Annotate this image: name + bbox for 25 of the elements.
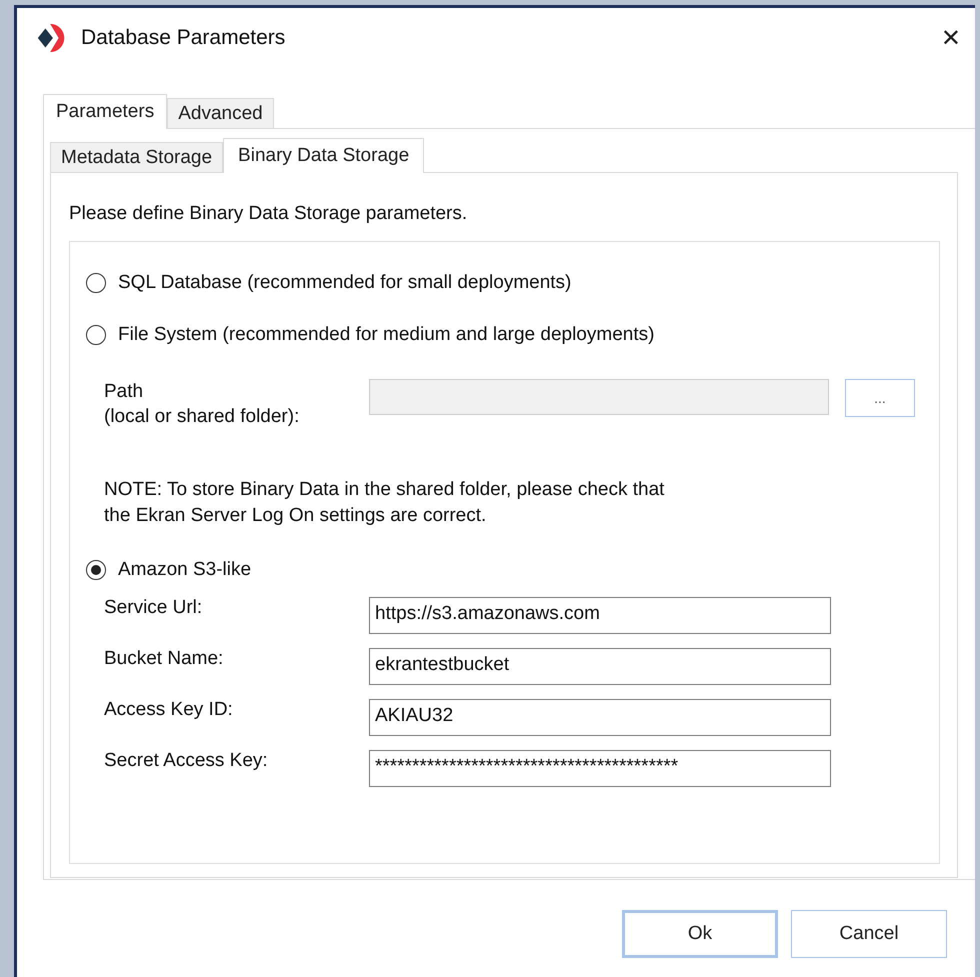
note-text: NOTE: To store Binary Data in the shared folder, please check that the Ekran Server Log On settings are correct. <box>104 478 666 528</box>
radio-button[interactable] <box>86 560 106 580</box>
radio-label[interactable]: Amazon S3-like <box>118 559 252 581</box>
path-label: Path (local or shared folder): <box>104 380 300 429</box>
field-label: Bucket Name: <box>104 648 224 670</box>
tab[interactable]: Parameters <box>43 94 168 129</box>
radio-button[interactable] <box>86 273 106 293</box>
field-label: Access Key ID: <box>104 699 234 721</box>
close-button[interactable]: ✕ <box>926 24 975 52</box>
radio-label[interactable]: File System (recommended for medium and large deployments) <box>118 324 654 346</box>
radio-button[interactable] <box>86 325 106 345</box>
tab[interactable]: Metadata Storage <box>50 142 224 172</box>
tab[interactable]: Advanced <box>167 98 274 128</box>
input-field[interactable]: ekrantestbucket <box>369 648 831 685</box>
field-label: Service Url: <box>104 597 204 619</box>
input-field[interactable]: https://s3.amazonaws.com <box>369 597 831 634</box>
window-title: Database Parameters <box>81 26 286 50</box>
input-field[interactable]: AKIAU32 <box>369 699 831 736</box>
dialog-button[interactable]: Ok <box>622 910 778 958</box>
radio-label[interactable]: SQL Database (recommended for small deployments) <box>118 272 572 294</box>
description-text: Please define Binary Data Storage parameters. <box>69 203 468 225</box>
tab[interactable]: Binary Data Storage <box>223 138 424 173</box>
field-label: Secret Access Key: <box>104 750 269 772</box>
dialog-button[interactable]: Cancel <box>791 910 947 958</box>
input-field[interactable]: ***************************************** <box>369 750 831 787</box>
